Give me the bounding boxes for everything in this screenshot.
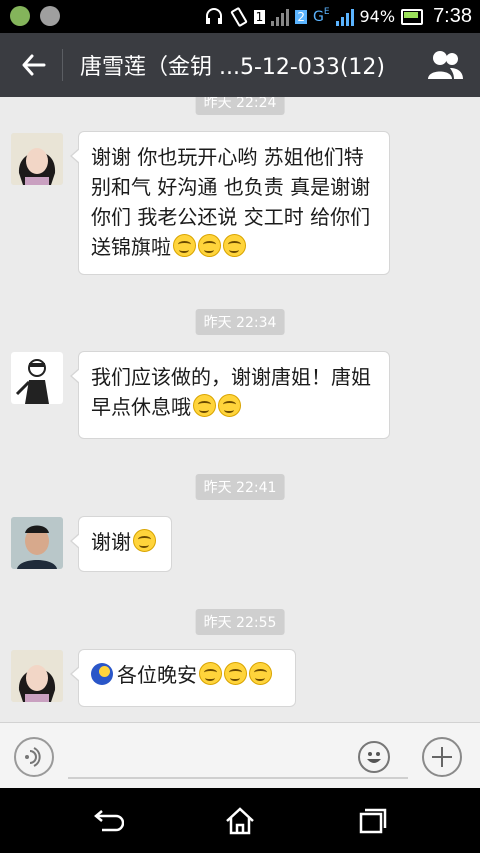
app-notification-icon (40, 6, 60, 26)
battery-icon (401, 8, 424, 25)
clock: 7:38 (433, 5, 472, 27)
message-list[interactable]: 昨天 22:24 谢谢 你也玩开心哟 苏姐他们特别和气 好沟通 也负责 真是谢谢… (0, 97, 480, 722)
group-members-icon[interactable] (426, 47, 464, 83)
battery-percent: 94% (359, 7, 396, 26)
message-bubble[interactable]: 谢谢 (70, 516, 172, 572)
avatar[interactable] (11, 133, 63, 185)
message-bubble[interactable]: 谢谢 你也玩开心哟 苏姐他们特别和气 好沟通 也负责 真是谢谢你们 我老公还说 … (70, 131, 390, 275)
sim1-label: 1 (253, 9, 266, 24)
smile-emoji-icon (193, 394, 216, 417)
headset-icon (205, 7, 222, 24)
timestamp: 昨天 22:55 (195, 609, 285, 635)
avatar[interactable] (11, 352, 63, 404)
emoji-icon[interactable] (358, 741, 390, 773)
header-divider (62, 49, 63, 81)
signal-strength-icon-2 (335, 8, 354, 26)
sim2-label: 2 (295, 9, 307, 24)
chat-title: 唐雪莲（金钥 ...5-12-033(12) (80, 55, 385, 80)
wechat-notification-icon (10, 6, 30, 26)
network-e-label: E (323, 6, 330, 17)
smile-emoji-icon (173, 234, 196, 257)
message-input[interactable] (68, 743, 408, 779)
smile-emoji-icon (223, 234, 246, 257)
nav-home-icon[interactable] (223, 806, 257, 836)
input-bar (0, 722, 480, 789)
message-bubble[interactable]: 我们应该做的，谢谢唐姐！唐姐早点休息哦 (70, 351, 390, 439)
smile-emoji-icon (199, 662, 222, 685)
message-text: 谢谢 (91, 530, 131, 554)
smile-emoji-icon (249, 662, 272, 685)
message-bubble[interactable]: 各位晚安 (70, 649, 296, 707)
signal-strength-icon (271, 8, 290, 26)
nav-back-icon[interactable] (90, 806, 124, 836)
vibrate-icon (230, 6, 247, 27)
smile-emoji-icon (224, 662, 247, 685)
timestamp: 昨天 22:41 (195, 474, 285, 500)
system-nav-bar (0, 788, 480, 853)
nav-recent-apps-icon[interactable] (355, 806, 389, 836)
smile-emoji-icon (198, 234, 221, 257)
status-indicators: 1 2 G E 94% 7:38 (204, 5, 472, 28)
timestamp: 昨天 22:24 (195, 97, 285, 115)
timestamp: 昨天 22:34 (195, 309, 285, 335)
chat-header: 唐雪莲（金钥 ...5-12-033(12) (0, 33, 480, 97)
avatar[interactable] (11, 517, 63, 569)
avatar[interactable] (11, 650, 63, 702)
network-g-label: G (312, 8, 324, 25)
smile-emoji-icon (218, 394, 241, 417)
voice-input-icon[interactable] (14, 737, 54, 777)
back-arrow-icon[interactable] (18, 49, 50, 81)
notification-icons (10, 6, 60, 26)
plus-icon[interactable] (422, 737, 462, 777)
status-bar: 1 2 G E 94% 7:38 (0, 0, 480, 33)
moon-emoji-icon (91, 663, 113, 685)
smile-emoji-icon (133, 529, 156, 552)
message-text: 各位晚安 (117, 663, 197, 687)
